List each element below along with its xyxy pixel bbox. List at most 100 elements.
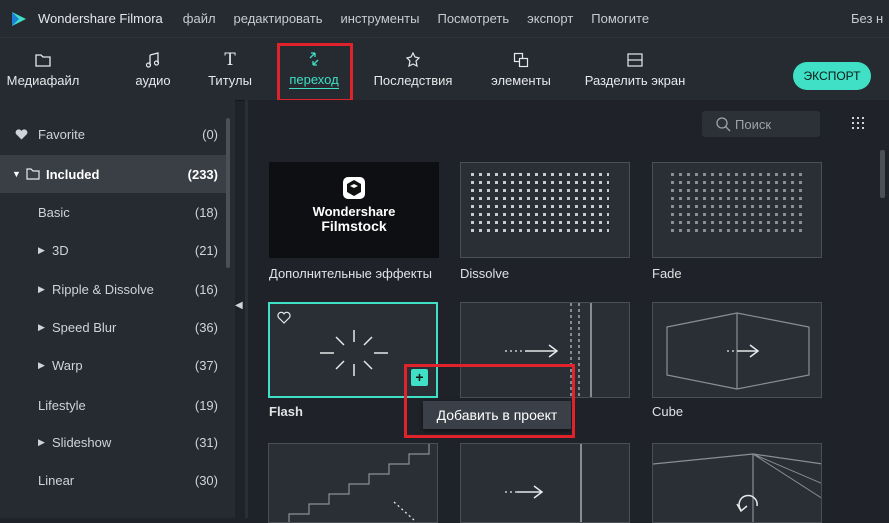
sidebar-item-label: 3D [52,242,69,258]
sidebar-item-count: (36) [194,319,218,335]
expand-right-icon: ▶ [38,321,45,332]
sidebar-item-basic[interactable]: Basic (18) [0,193,226,231]
search-icon [716,116,731,131]
sidebar-item-count: (37) [194,357,218,373]
thumbnail-label: Dissolve [460,266,510,281]
sidebar-item-lifestyle[interactable]: Lifestyle (19) [0,386,226,424]
tab-audio-label: аудио [135,73,171,88]
menu-help[interactable]: Помогите [591,11,649,26]
tab-effects-label: Последствия [373,73,453,88]
menu-file[interactable]: файл [183,11,216,26]
heart-icon [15,129,28,140]
sidebar-item-count: (0) [202,126,218,142]
sidebar-item-label: Basic [38,204,70,220]
stairs-preview-icon [288,444,430,522]
sidebar-item-label: Slideshow [52,434,112,450]
search-input[interactable]: Поиск [702,111,820,137]
search-placeholder: Поиск [735,116,772,132]
tab-elements-label: элементы [491,73,551,88]
folder-icon [26,168,40,180]
filmstock-logo-icon [343,177,365,199]
collapse-sidebar-icon[interactable]: ◀ [235,300,245,311]
tab-titles[interactable]: T Титулы [200,38,260,100]
sidebar: Favorite (0) ▼ Included (233) Basic (18)… [0,100,235,518]
menu-tools[interactable]: инструменты [340,11,419,26]
highlight-box-transitions-tab [277,43,353,102]
cube-preview-icon [666,312,810,390]
expand-right-icon: ▶ [38,244,45,255]
menu-export[interactable]: экспорт [527,11,573,26]
cube-thumbnail[interactable] [652,302,822,398]
expand-down-icon: ▼ [12,169,21,179]
toolbar: Медиафайл аудио T Титулы переход Последс… [0,37,889,101]
expand-right-icon: ▶ [38,359,45,370]
menu-bar: Wondershare Filmora файл редактировать и… [0,0,889,37]
tab-elements[interactable]: элементы [485,38,557,100]
sidebar-item-label: Included [46,166,100,182]
sidebar-item-warp[interactable]: ▶ Warp (37) [0,346,226,384]
filmstock-brand-line2: Filmstock [321,218,387,234]
menu-edit[interactable]: редактировать [234,11,323,26]
sidebar-item-label: Linear [38,472,75,488]
tab-media-label: Медиафайл [6,73,80,88]
sidebar-item-label: Ripple & Dissolve [52,281,154,297]
expand-right-icon: ▶ [38,283,45,294]
page-turn-thumbnail[interactable] [652,443,822,523]
thumbnail-label: Дополнительные эффекты [269,266,432,281]
sidebar-item-count: (30) [194,472,218,488]
elements-icon [513,50,529,70]
sidebar-item-label: Favorite [38,126,85,142]
fade-thumbnail[interactable] [652,162,822,258]
dissolve-preview-icon [469,169,609,235]
sidebar-item-count: (21) [194,242,218,258]
tab-effects[interactable]: Последствия [364,38,462,100]
slide-preview-icon [505,444,582,522]
sidebar-item-ripple-dissolve[interactable]: ▶ Ripple & Dissolve (16) [0,270,226,308]
project-name: Без н [851,11,884,26]
tab-split-screen-label: Разделить экран [584,73,686,88]
sidebar-item-included[interactable]: ▼ Included (233) [0,155,226,193]
effects-icon [405,50,421,70]
filmstock-brand-line1: Wondershare [312,204,396,219]
sidebar-item-label: Warp [52,357,83,373]
filmora-logo-icon [12,11,26,26]
app-title: Wondershare Filmora [38,11,163,26]
sidebar-item-favorite[interactable]: Favorite (0) [0,115,226,153]
tab-audio[interactable]: аудио [128,38,178,100]
tab-titles-label: Титулы [208,73,252,88]
sidebar-item-slideshow[interactable]: ▶ Slideshow (31) [0,423,226,461]
text-icon: T [224,50,236,70]
panel-divider[interactable] [245,100,248,518]
slide-thumbnail[interactable] [460,443,630,523]
thumbnail-label: Cube [652,404,684,419]
sidebar-item-speed-blur[interactable]: ▶ Speed Blur (36) [0,308,226,346]
expand-right-icon: ▶ [38,436,45,447]
menu-view[interactable]: Посмотреть [437,11,509,26]
thumbnail-label: Fade [652,266,682,281]
export-button[interactable]: ЭКСПОРТ [793,62,871,90]
sidebar-item-label: Lifestyle [38,397,86,413]
sidebar-item-3d[interactable]: ▶ 3D (21) [0,231,226,269]
sidebar-item-label: Speed Blur [52,319,117,335]
sidebar-item-count: (16) [194,281,218,297]
sidebar-item-count: (19) [194,397,218,413]
thumbnail-label: Flash [269,404,303,419]
sidebar-scrollbar[interactable] [226,118,230,268]
tab-media[interactable]: Медиафайл [6,38,80,100]
stairs-thumbnail[interactable] [268,443,438,523]
folder-icon [35,50,51,70]
sidebar-item-count: (233) [187,166,218,182]
tab-split-screen[interactable]: Разделить экран [580,38,690,100]
dissolve-thumbnail[interactable] [460,162,630,258]
sidebar-item-count: (18) [194,204,218,220]
music-note-icon [145,50,161,70]
grid-view-icon[interactable] [851,116,865,130]
sidebar-item-count: (31) [194,434,218,450]
highlight-box-add-button [404,364,575,438]
page-turn-preview-icon [653,453,821,522]
sidebar-item-linear[interactable]: Linear (30) [0,461,226,499]
split-screen-icon [627,50,643,70]
content-scrollbar[interactable] [880,150,885,198]
filmstock-thumbnail[interactable]: Wondershare Filmstock [269,162,439,258]
favorite-heart-icon[interactable] [277,311,291,324]
